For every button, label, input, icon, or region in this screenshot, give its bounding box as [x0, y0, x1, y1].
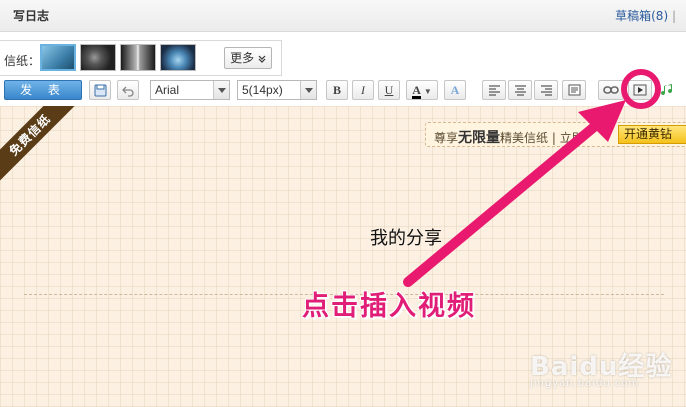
baidu-jingyan-watermark: Baidu经验 jingyan.baidu.com	[530, 352, 673, 389]
vip-stationery-promo: 尊享无限量精美信纸 | 立即 开通黄钻	[425, 122, 686, 147]
stationery-label: 信纸：	[4, 54, 41, 68]
undo-icon	[121, 86, 134, 97]
editor-body-text[interactable]: 我的分享	[370, 224, 442, 250]
insert-image-icon	[568, 84, 580, 96]
promo-text: 尊享无限量精美信纸 | 立即	[434, 130, 584, 146]
font-color-button[interactable]: A ▼	[406, 80, 438, 100]
stationery-bar: 信纸： 更多	[0, 40, 282, 76]
drafts-link[interactable]: 草稿箱(8) |	[615, 7, 676, 24]
editor-toolbar: 发 表 Arial 5(14px) B I U A ▼ A	[0, 78, 686, 104]
insert-video-button[interactable]	[628, 80, 652, 100]
save-icon	[94, 84, 106, 97]
page-title: 写日志	[13, 9, 50, 23]
align-left-icon	[488, 85, 500, 96]
save-button[interactable]	[89, 80, 111, 100]
insert-music-button[interactable]	[656, 80, 678, 100]
align-center-icon	[514, 85, 526, 96]
align-right-icon	[540, 85, 552, 96]
open-yellow-diamond-button[interactable]: 开通黄钻	[618, 125, 686, 144]
italic-button[interactable]: I	[352, 80, 374, 100]
chevron-down-icon	[300, 81, 316, 99]
underline-button[interactable]: U	[378, 80, 400, 100]
font-size-select[interactable]: 5(14px)	[237, 80, 317, 100]
highlight-button[interactable]: A	[444, 80, 466, 100]
insert-link-icon	[603, 86, 619, 94]
align-left-button[interactable]	[482, 80, 506, 100]
insert-link-button[interactable]	[598, 80, 624, 100]
align-right-button[interactable]	[534, 80, 558, 100]
insert-image-button[interactable]	[562, 80, 586, 100]
stationery-thumb-4[interactable]	[160, 44, 196, 71]
stationery-thumb-1[interactable]	[40, 44, 76, 71]
more-stationery-button[interactable]: 更多	[224, 47, 272, 69]
insert-music-icon	[661, 84, 673, 96]
free-stationery-ribbon[interactable]: 免费信纸	[0, 106, 81, 186]
insert-video-icon	[633, 84, 647, 96]
stationery-thumb-3[interactable]	[120, 44, 156, 71]
bold-button[interactable]: B	[326, 80, 348, 100]
font-family-select[interactable]: Arial	[150, 80, 230, 100]
chevron-down-icon	[213, 81, 229, 99]
undo-button[interactable]	[117, 80, 139, 100]
stationery-thumb-2[interactable]	[80, 44, 116, 71]
publish-button[interactable]: 发 表	[4, 80, 82, 100]
align-center-button[interactable]	[508, 80, 532, 100]
editor-content-area[interactable]: 免费信纸 尊享无限量精美信纸 | 立即 开通黄钻 我的分享 点击插入视频 Bai…	[0, 106, 686, 407]
instruction-annotation: 点击插入视频	[302, 291, 476, 322]
chevron-double-down-icon	[258, 55, 266, 63]
editor-header: 写日志 草稿箱(8) |	[0, 0, 686, 32]
